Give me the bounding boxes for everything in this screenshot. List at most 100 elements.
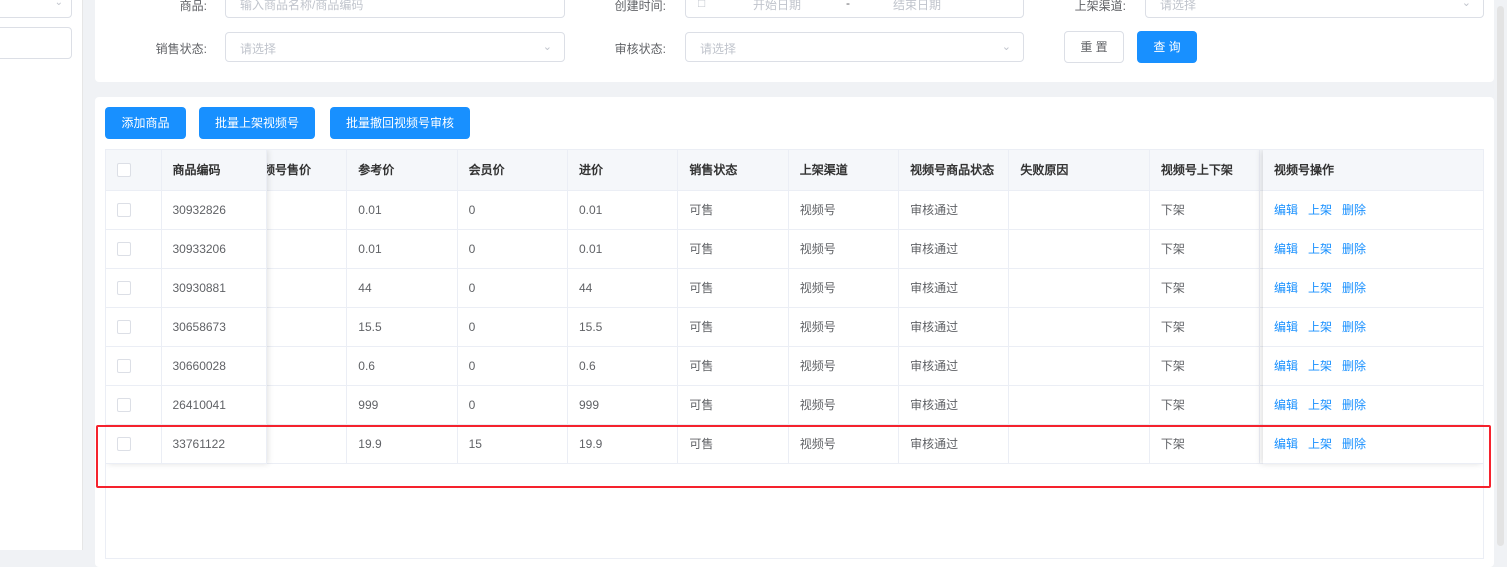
cell-shelf: 下架 [1149,307,1261,347]
row-checkbox[interactable] [117,280,131,295]
fixed-left-row: 30932826 [106,190,267,230]
fixed-left-header-row: 商品编码 [106,150,267,191]
cell-video-price: 15.5 [266,307,348,347]
header-shelf: 视频号上下架 [1149,150,1261,191]
product-code: 30932826 [161,190,267,230]
channel-select[interactable]: 请选择 ⌄ [1145,0,1484,18]
chevron-down-icon: ⌄ [542,41,552,53]
cell-member-price: 0 [457,229,568,269]
row-select-cell[interactable] [106,229,162,269]
side-select[interactable]: ⌄ [0,0,72,18]
header-code-fixed: 商品编码 [161,150,267,191]
sale-status-select[interactable]: 请选择 ⌄ [225,32,565,62]
product-search-input[interactable]: 输入商品名称/商品编码 [225,0,565,18]
cell-sale-status: 可售 [677,346,789,386]
row-checkbox[interactable] [117,319,131,334]
cell-fail-reason [1008,346,1150,386]
list-link[interactable]: 上架 [1308,203,1332,217]
edit-link[interactable]: 编辑 [1274,242,1298,256]
fixed-right-row: 编辑 上架 删除 [1263,229,1483,269]
list-link[interactable]: 上架 [1308,242,1332,256]
side-input[interactable] [0,27,72,59]
edit-link[interactable]: 编辑 [1274,281,1298,295]
cell-video-price: 44.1 [266,268,348,308]
date-end-placeholder: 结束日期 [893,0,942,12]
row-select-cell[interactable] [106,346,162,386]
batch-withdraw-audit-button[interactable]: 批量撤回视频号审核 [330,107,470,139]
date-start-placeholder: 开始日期 [753,0,802,12]
select-all-checkbox[interactable] [117,163,131,178]
row-checkbox[interactable] [117,241,131,256]
header-cost: 进价 [567,150,679,191]
search-button[interactable]: 查 询 [1137,31,1197,63]
cell-channel: 视频号 [788,229,900,269]
channel-placeholder: 请选择 [1160,0,1197,12]
page-scrollbar-thumb[interactable] [1497,6,1504,546]
edit-link[interactable]: 编辑 [1274,359,1298,373]
cell-fail-reason [1008,190,1150,230]
fixed-right-row: 编辑 上架 删除 [1263,346,1483,386]
delete-link[interactable]: 删除 [1342,203,1366,217]
header-video-price: 视频号售价 [266,150,348,191]
cell-video-price: 999 [266,385,348,425]
delete-link[interactable]: 删除 [1342,320,1366,334]
cell-ref-price: 0.01 [346,229,458,269]
product-code: 30930881 [161,268,267,308]
cell-channel: 视频号 [788,307,900,347]
row-select-cell[interactable] [106,268,162,308]
row-actions: 编辑 上架 删除 [1263,190,1483,230]
cell-ref-price: 0.6 [346,346,458,386]
header-select-all[interactable] [106,150,162,191]
delete-link[interactable]: 删除 [1342,398,1366,412]
date-range-picker[interactable]: □ 开始日期 - 结束日期 [685,0,1024,18]
header-ops-fixed: 视频号操作 [1263,150,1483,191]
row-select-cell[interactable] [106,190,162,230]
fixed-left-row: 26410041 [106,385,267,425]
row-checkbox[interactable] [117,202,131,217]
product-table: 商品编码 视频号售价 参考价 会员价 进价 销售状态 上架渠道 视频号商品状态 … [105,149,1484,559]
cell-cost: 0.6 [567,346,679,386]
edit-link[interactable]: 编辑 [1274,320,1298,334]
list-link[interactable]: 上架 [1308,281,1332,295]
list-link[interactable]: 上架 [1308,398,1332,412]
edit-link[interactable]: 编辑 [1274,203,1298,217]
audit-status-placeholder: 请选择 [700,42,737,56]
cell-shelf: 下架 [1149,346,1261,386]
cell-member-price: 0 [457,190,568,230]
row-actions: 编辑 上架 删除 [1263,268,1483,308]
row-select-cell[interactable] [106,385,162,425]
cell-cost: 999 [567,385,679,425]
row-actions: 编辑 上架 删除 [1263,346,1483,386]
cell-sale-status: 可售 [677,268,789,308]
cell-fail-reason [1008,385,1150,425]
edit-link[interactable]: 编辑 [1274,398,1298,412]
cell-cost: 0.01 [567,229,679,269]
fixed-left-columns: 商品编码 30932826 30933206 30930881 30658673 306… [106,150,267,464]
batch-list-video-button[interactable]: 批量上架视频号 [199,107,315,139]
list-link[interactable]: 上架 [1308,320,1332,334]
sale-status-label: 销售状态: [155,42,207,56]
delete-link[interactable]: 删除 [1342,359,1366,373]
delete-link[interactable]: 删除 [1342,242,1366,256]
cell-shelf: 下架 [1149,385,1261,425]
list-link[interactable]: 上架 [1308,359,1332,373]
reset-button[interactable]: 重 置 [1064,31,1124,63]
row-checkbox[interactable] [117,358,131,373]
product-code: 30660028 [161,346,267,386]
cell-sale-status: 可售 [677,229,789,269]
fixed-left-row: 30933206 [106,229,267,269]
audit-status-select[interactable]: 请选择 ⌄ [685,32,1024,62]
row-select-cell[interactable] [106,307,162,347]
cell-video-status: 审核通过 [898,307,1010,347]
row-checkbox[interactable] [117,397,131,412]
cell-ref-price: 0.01 [346,190,458,230]
cell-channel: 视频号 [788,190,900,230]
product-placeholder: 输入商品名称/商品编码 [240,0,364,12]
delete-link[interactable]: 删除 [1342,281,1366,295]
chevron-down-icon: ⌄ [1001,41,1011,53]
header-sale-status: 销售状态 [677,150,789,191]
cell-video-status: 审核通过 [898,385,1010,425]
add-product-button[interactable]: 添加商品 [105,107,186,139]
channel-label: 上架渠道: [1074,0,1126,13]
date-separator: - [846,0,850,10]
